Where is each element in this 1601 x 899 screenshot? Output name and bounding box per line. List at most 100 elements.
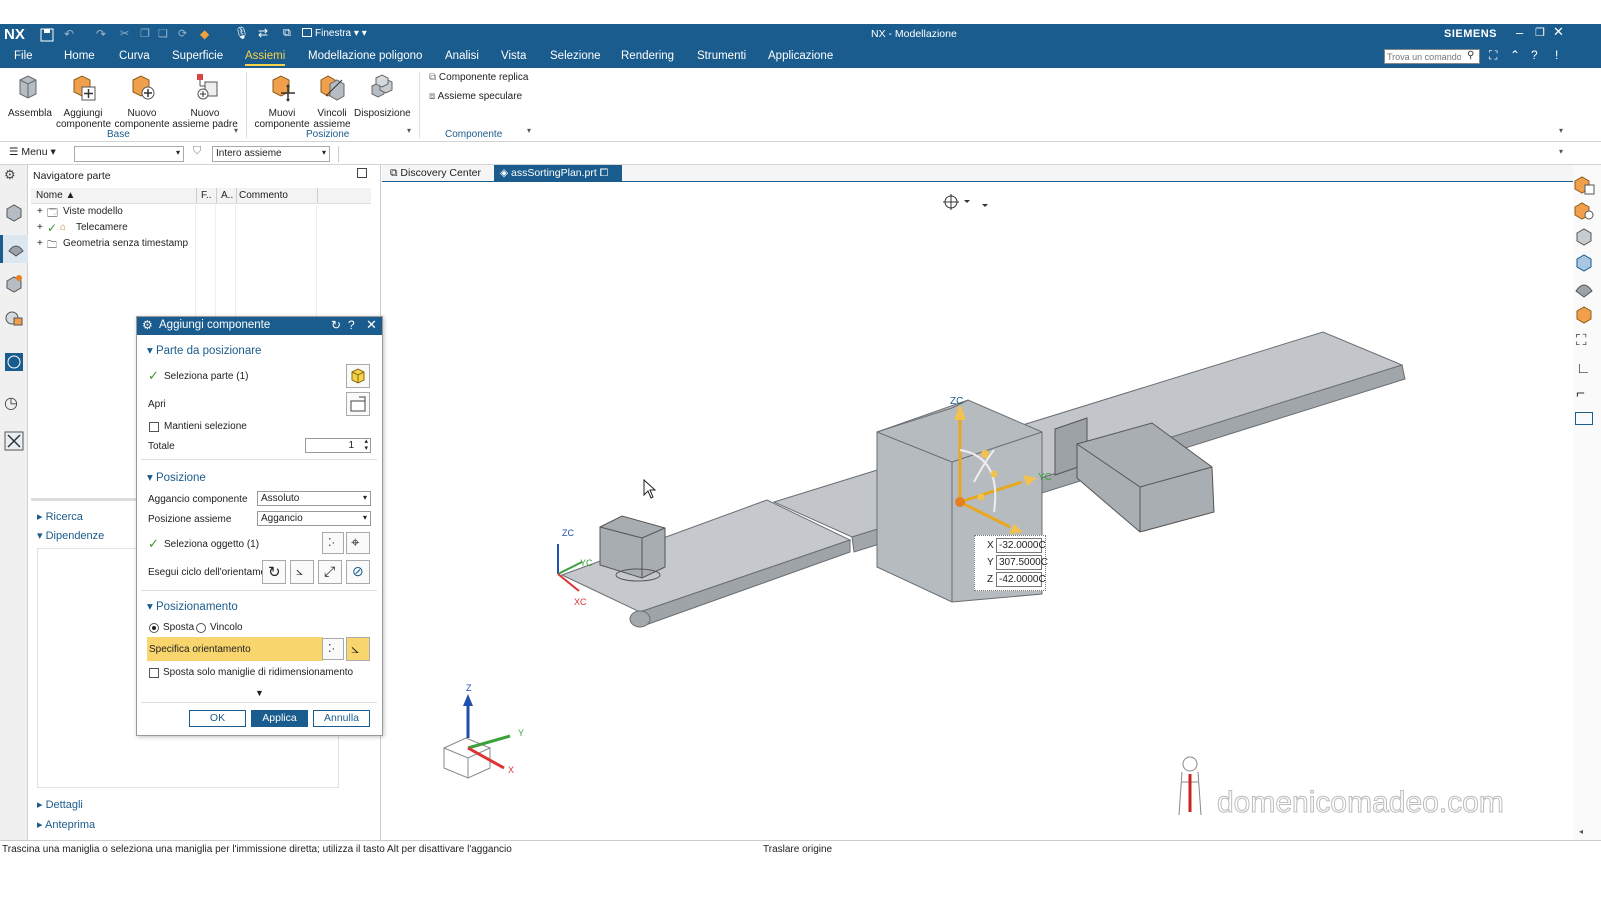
tab-strumenti[interactable]: Strumenti [697, 50, 746, 62]
assembly-navigator-icon[interactable] [4, 203, 24, 223]
repeat-icon[interactable]: ⟳ [178, 27, 187, 40]
window-switch-icon[interactable]: ⧉ [283, 27, 291, 40]
column-nome[interactable]: Nome ▲ [36, 190, 75, 201]
checkmark-icon[interactable]: ✓ [47, 221, 57, 235]
sposta-solo-checkbox[interactable] [149, 668, 159, 678]
csys-button[interactable]: ⦣ [346, 637, 370, 661]
snap-point-icon[interactable] [943, 194, 988, 210]
snap-point-button[interactable]: ⌖ [346, 532, 370, 554]
tab-file[interactable]: File [14, 50, 33, 62]
aggancio-select[interactable]: Assoluto ▾ [257, 491, 371, 506]
tab-curva[interactable]: Curva [119, 50, 150, 62]
view-cube-icon[interactable] [1573, 253, 1595, 273]
alert-icon[interactable]: ! [1555, 48, 1558, 62]
vincolo-radio[interactable] [196, 623, 206, 633]
tab-applicazione[interactable]: Applicazione [768, 50, 833, 62]
nuovo-assieme-padre-button[interactable]: Nuovo assieme padre [172, 72, 238, 130]
add-component-quick-icon[interactable] [1573, 175, 1595, 195]
history-icon[interactable]: ◷ [4, 393, 24, 413]
toolbar-options-icon[interactable]: ▾ [1559, 147, 1563, 156]
assembla-button[interactable]: Assembla [8, 72, 52, 119]
expand-icon[interactable]: + [37, 206, 43, 217]
nuovo-componente-button[interactable]: Nuovo componente [114, 72, 170, 130]
maximize-panel-icon[interactable] [357, 168, 367, 178]
settings-icon[interactable]: ⚙ [4, 167, 24, 187]
orientation-point-button[interactable]: ⁚· [322, 638, 344, 660]
sposta-radio[interactable] [149, 623, 159, 633]
close-icon[interactable]: ✕ [366, 317, 377, 333]
touch-mode-icon[interactable]: ⇄ [258, 26, 268, 40]
frame-icon[interactable] [1575, 412, 1593, 425]
applica-button[interactable]: Applica [251, 710, 308, 727]
section-posizionamento[interactable]: ▾ Posizionamento [147, 599, 238, 613]
column-commento[interactable]: Commento [239, 190, 288, 201]
group-posizione-expander[interactable]: ▾ [407, 126, 411, 135]
expand-icon[interactable]: + [37, 238, 43, 249]
section-parte-da-posizionare[interactable]: ▾ Parte da posizionare [147, 343, 261, 357]
reverse-z-button[interactable]: ⦣ [290, 560, 314, 584]
help-icon[interactable]: ? [1531, 48, 1538, 62]
totale-spinner[interactable]: 1 ▴ ▾ [305, 438, 371, 453]
select-part-button[interactable] [346, 364, 370, 388]
tab-float-icon[interactable]: ⧠ [600, 167, 608, 179]
disposizione-button[interactable]: Disposizione [354, 72, 411, 119]
coord-x-field[interactable]: -32.0000C [996, 538, 1046, 553]
tab-discovery-center[interactable]: ⧉ Discovery Center [384, 165, 492, 182]
paste-icon[interactable]: ❏ [158, 27, 168, 40]
filter-icon[interactable]: ⛉ [193, 145, 201, 158]
help-icon[interactable]: ? [348, 318, 355, 332]
reuse-library-icon[interactable] [4, 308, 24, 328]
ribbon-options-icon[interactable]: ▾ [1559, 126, 1563, 135]
tab-analisi[interactable]: Analisi [445, 50, 479, 62]
reset-icon[interactable]: ↻ [331, 318, 341, 332]
aggiungi-componente-button[interactable]: Aggiungi componente [56, 72, 111, 130]
open-part-button[interactable] [346, 392, 370, 416]
window-menu[interactable]: Finestra ▾ ▾ [302, 28, 367, 39]
web-browser-icon[interactable] [4, 352, 24, 372]
rail-scroll-icon[interactable]: ◂ [1579, 827, 1583, 836]
tree-row[interactable]: + 🗔 Viste modello [33, 206, 369, 221]
section-posizione[interactable]: ▾ Posizione [147, 470, 206, 484]
restore-button[interactable]: ❐ [1535, 26, 1545, 39]
part-navigator-tab[interactable] [0, 235, 28, 263]
tab-active-part[interactable]: ◈ assSortingPlan.prt ⧠ ✕ [494, 165, 622, 192]
seleziona-oggetto-label[interactable]: Seleziona oggetto (1) [164, 539, 259, 550]
column-f[interactable]: F.. [201, 190, 212, 201]
coord-z-field[interactable]: -42.0000C [996, 572, 1046, 587]
tools-icon[interactable] [4, 431, 24, 451]
collapse-ribbon-icon[interactable]: ⌃ [1510, 48, 1520, 62]
microphone-icon[interactable]: 🎙 [234, 26, 249, 40]
shaded-view-icon[interactable] [1573, 279, 1595, 299]
copy-icon[interactable]: ❐ [140, 27, 150, 40]
panel-ricerca[interactable]: ▸ Ricerca [37, 510, 83, 523]
orange-block-icon[interactable] [1573, 305, 1595, 325]
expand-more-icon[interactable]: ▼ [255, 688, 264, 698]
assieme-speculare-button[interactable]: ⧈ Assieme speculare [429, 91, 522, 102]
panel-dettagli[interactable]: ▸ Dettagli [37, 798, 83, 811]
minimize-button[interactable]: – [1516, 25, 1523, 40]
undo-icon[interactable]: ↶ [64, 27, 74, 41]
close-button[interactable]: ✕ [1553, 24, 1564, 40]
menu-button[interactable]: ☰ Menu ▾ [9, 146, 56, 158]
redo-icon[interactable]: ↷ [96, 27, 106, 41]
muovi-componente-button[interactable]: Muovi componente [254, 72, 310, 130]
ok-button[interactable]: OK [189, 710, 246, 727]
coord-y-field[interactable]: 307.5000C [996, 555, 1048, 570]
align-button[interactable]: ⤢ [318, 560, 342, 584]
search-icon[interactable]: ⚲ [1467, 50, 1474, 61]
tab-modellazione-poligono[interactable]: Modellazione poligono [308, 50, 422, 62]
constraint-navigator-icon[interactable] [4, 273, 24, 293]
component-quick-icon[interactable] [1573, 227, 1595, 247]
tab-superficie[interactable]: Superficie [172, 50, 223, 62]
componente-replica-button[interactable]: ⧉ Componente replica [429, 72, 528, 83]
command-search-input[interactable] [1385, 50, 1461, 63]
point-dialog-button[interactable]: ⁚· [322, 532, 344, 554]
step-icon[interactable]: ⌐ [1576, 385, 1585, 402]
mantieni-checkbox[interactable] [149, 422, 159, 432]
dialog-title-bar[interactable]: ⚙ Aggiungi componente ↻ ? ✕ [137, 317, 382, 335]
posizione-assieme-select[interactable]: Aggancio ▾ [257, 511, 371, 526]
annulla-button[interactable]: Annulla [313, 710, 370, 727]
reset-orientation-button[interactable]: ⊘ [346, 560, 370, 584]
fit-view-icon[interactable]: ⛶ [1576, 332, 1587, 349]
expand-icon[interactable]: + [37, 222, 43, 233]
